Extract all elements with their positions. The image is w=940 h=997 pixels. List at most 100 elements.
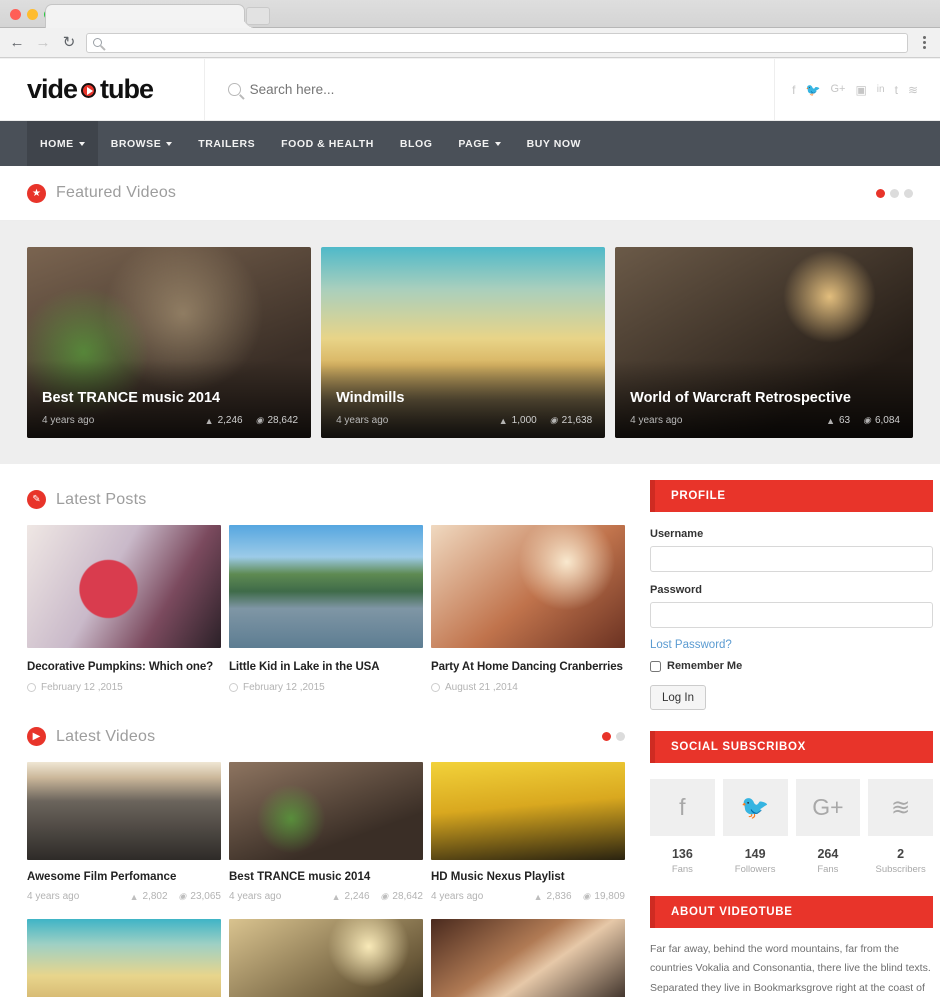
social-stat-twitter[interactable]: 🐦 149 Followers: [722, 779, 788, 875]
chevron-down-icon: [494, 141, 501, 146]
google-plus-count: 264: [817, 847, 839, 861]
facebook-icon[interactable]: f: [792, 84, 795, 96]
clock-icon: [229, 683, 238, 692]
latest-posts-grid: Decorative Pumpkins: Which one? February…: [27, 525, 625, 693]
site-header: vide tube f 🐦 G+ ▣ in t ≋: [0, 59, 940, 121]
browser-toolbar: ← → ↻: [0, 28, 940, 58]
video-card[interactable]: [229, 919, 423, 997]
like-count: ▲ 2,246: [331, 891, 370, 902]
nav-item-blog[interactable]: BLOG: [387, 121, 446, 166]
site-search[interactable]: [205, 59, 775, 120]
thumbs-up-icon: ▲: [826, 415, 835, 426]
video-card[interactable]: HD Music Nexus Playlist 4 years ago ▲ 2,8…: [431, 762, 625, 902]
nav-item-home[interactable]: HOME: [27, 121, 98, 166]
password-label: Password: [650, 584, 702, 596]
nav-item-page[interactable]: PAGE: [445, 121, 513, 166]
browser-tab[interactable]: [45, 4, 255, 28]
browser-window: ← → ↻ vide tube f 🐦: [0, 0, 940, 997]
kebab-menu-icon[interactable]: [916, 36, 932, 49]
carousel-dot-3[interactable]: [904, 188, 913, 198]
post-date: February 12 ,2015: [27, 682, 221, 693]
featured-card[interactable]: World of Warcraft Retrospective 4 years …: [615, 247, 913, 438]
featured-card-title: World of Warcraft Retrospective: [630, 390, 851, 406]
nav-item-browse[interactable]: BROWSE: [98, 121, 186, 166]
featured-card[interactable]: Windmills 4 years ago ▲ 1,000 ◉ 21,638: [321, 247, 606, 438]
instagram-icon[interactable]: ▣: [855, 84, 866, 96]
post-card[interactable]: Decorative Pumpkins: Which one? February…: [27, 525, 221, 693]
nav-item-food-health[interactable]: FOOD & HEALTH: [268, 121, 387, 166]
social-stat-rss[interactable]: ≋ 2 Subscribers: [868, 779, 933, 875]
linkedin-icon[interactable]: in: [877, 84, 885, 95]
view-count: ◉ 21,638: [549, 415, 593, 426]
featured-videos-title: Featured Videos: [56, 184, 177, 201]
logo-play-icon: [78, 80, 100, 101]
main-column: ✎ Latest Posts Decorative Pumpkins: Whic…: [27, 464, 625, 997]
video-title: Awesome Film Perfomance: [27, 871, 177, 883]
password-field[interactable]: [650, 602, 933, 628]
forward-arrow-icon[interactable]: →: [34, 34, 52, 52]
site-logo[interactable]: vide tube: [0, 59, 205, 120]
video-card[interactable]: Awesome Film Perfomance 4 years ago ▲ 2,8…: [27, 762, 221, 902]
lost-password-link[interactable]: Lost Password?: [650, 639, 732, 651]
new-tab-button[interactable]: [246, 7, 270, 25]
search-input[interactable]: [249, 82, 774, 97]
close-window-button[interactable]: [10, 9, 21, 20]
reload-icon[interactable]: ↻: [60, 34, 78, 52]
chevron-down-icon: [78, 141, 85, 146]
login-button[interactable]: Log In: [650, 685, 706, 710]
thumbs-up-icon: ▲: [129, 891, 139, 902]
header-social-links: f 🐦 G+ ▣ in t ≋: [775, 59, 940, 120]
google-plus-icon[interactable]: G+: [830, 84, 845, 95]
post-card[interactable]: Little Kid in Lake in the USA February 1…: [229, 525, 423, 693]
remember-me-checkbox[interactable]: [650, 660, 661, 672]
google-plus-icon: G+: [795, 779, 861, 836]
featured-card-age: 4 years ago: [630, 415, 683, 426]
featured-card[interactable]: Best TRANCE music 2014 4 years ago ▲ 2,24…: [27, 247, 312, 438]
nav-item-trailers[interactable]: TRAILERS: [185, 121, 268, 166]
search-icon: [228, 83, 241, 96]
tumblr-icon[interactable]: t: [895, 84, 898, 96]
twitter-icon[interactable]: 🐦: [806, 84, 821, 96]
video-age: 4 years ago: [27, 891, 80, 902]
video-card[interactable]: [27, 919, 221, 997]
video-card[interactable]: Best TRANCE music 2014 4 years ago ▲ 2,24…: [229, 762, 423, 902]
like-count: ▲ 2,836: [533, 891, 572, 902]
about-widget: ABOUT VIDEOTUBE Far far away, behind the…: [650, 896, 933, 997]
featured-videos-strip: Best TRANCE music 2014 4 years ago ▲ 2,24…: [0, 221, 940, 464]
facebook-label: Fans: [671, 864, 693, 875]
videos-dot-2[interactable]: [616, 732, 625, 741]
nav-item-buy-now[interactable]: BUY NOW: [514, 121, 594, 166]
facebook-icon: f: [650, 779, 715, 836]
content-area: ✎ Latest Posts Decorative Pumpkins: Whic…: [0, 464, 940, 997]
social-stat-facebook[interactable]: f 136 Fans: [650, 779, 715, 875]
social-stat-google-plus[interactable]: G+ 264 Fans: [795, 779, 861, 875]
featured-card-title: Windmills: [336, 390, 405, 406]
latest-videos-carousel-dots: [602, 732, 625, 741]
url-input[interactable]: [116, 37, 901, 48]
video-age: 4 years ago: [431, 891, 484, 902]
post-title: Decorative Pumpkins: Which one?: [27, 661, 214, 673]
username-field[interactable]: [650, 546, 933, 572]
remember-me-label[interactable]: Remember Me: [667, 660, 742, 672]
address-bar[interactable]: [86, 32, 908, 53]
carousel-dot-1[interactable]: [876, 188, 885, 198]
like-count: ▲ 2,246: [204, 415, 243, 426]
minimize-window-button[interactable]: [27, 9, 38, 20]
eye-icon: ◉: [255, 415, 264, 425]
rss-label: Subscribers: [875, 864, 926, 875]
main-navigation: HOME BROWSE TRAILERS FOOD & HEALTH BLOG …: [0, 121, 940, 166]
post-date: August 21 ,2014: [431, 682, 625, 693]
back-arrow-icon[interactable]: ←: [8, 34, 26, 52]
about-widget-heading: ABOUT VIDEOTUBE: [650, 896, 933, 928]
featured-carousel-dots: [876, 188, 913, 198]
videos-dot-1[interactable]: [602, 732, 611, 741]
post-thumbnail: [229, 525, 423, 648]
post-card[interactable]: Party At Home Dancing Cranberries August…: [431, 525, 625, 693]
carousel-dot-2[interactable]: [890, 188, 899, 198]
featured-card-age: 4 years ago: [42, 415, 95, 426]
rss-icon[interactable]: ≋: [908, 84, 918, 96]
video-card[interactable]: [431, 919, 625, 997]
facebook-count: 136: [671, 847, 693, 861]
video-title: HD Music Nexus Playlist: [431, 871, 565, 883]
profile-widget: PROFILE Username Password Lost Password?…: [650, 480, 933, 710]
